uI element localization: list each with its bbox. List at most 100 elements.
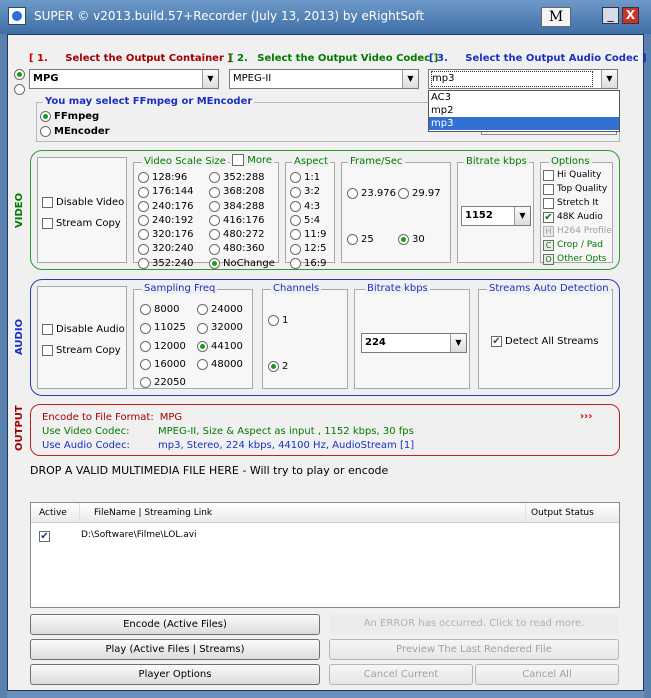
scale-radio[interactable]: 384:288 <box>209 200 275 214</box>
disable-audio-checkbox[interactable]: Disable Audio <box>42 324 125 336</box>
title-bar[interactable]: SUPER © v2013.build.57+Recorder (July 13… <box>0 0 651 34</box>
ffmpeg-radio[interactable]: FFmpeg <box>40 111 99 123</box>
mencoder-radio[interactable]: MEncoder <box>40 126 110 138</box>
hi-quality-checkbox[interactable]: Hi Quality <box>543 169 612 183</box>
disable-video-checkbox[interactable]: Disable Video <box>42 197 124 209</box>
options-list: Hi Quality Top Quality Stretch It ✔ 48K A… <box>543 169 612 267</box>
check-icon: ✔ <box>491 336 502 347</box>
scale-radio[interactable]: 176:144 <box>138 185 194 199</box>
aspect-radio[interactable]: 5:4 <box>290 214 326 228</box>
dropdown-item-ac3[interactable]: AC3 <box>429 91 619 104</box>
row-active-checkbox[interactable]: ✔ <box>39 529 50 545</box>
close-button[interactable]: X <box>622 7 639 24</box>
audio-codec-select[interactable]: mp3 ▼ <box>428 69 618 89</box>
scale-radio-nochange[interactable]: NoChange <box>209 257 275 271</box>
scale-radio[interactable]: 128:96 <box>138 171 194 185</box>
cancel-all-button[interactable]: Cancel All <box>475 664 619 685</box>
sampling-col-1: 8000 11025 12000 16000 22050 <box>140 301 186 392</box>
container-header: [ 1. Select the Output Container ] <box>29 53 232 64</box>
scale-radio[interactable]: 320:240 <box>138 242 194 256</box>
sampling-col-2: 24000 32000 44100 48000 <box>197 301 243 374</box>
fps-30-radio[interactable]: 30 <box>398 234 425 246</box>
channel-1-radio[interactable]: 1 <box>268 315 288 327</box>
column-filename[interactable]: FileName | Streaming Link <box>94 503 212 523</box>
sampling-radio[interactable]: 32000 <box>197 319 243 337</box>
play-button[interactable]: Play (Active Files | Streams) <box>30 639 320 660</box>
player-options-button[interactable]: Player Options <box>30 664 320 685</box>
sampling-radio[interactable]: 24000 <box>197 301 243 319</box>
dropdown-item-mp2[interactable]: mp2 <box>429 104 619 117</box>
column-active[interactable]: Active <box>39 503 67 523</box>
table-row[interactable]: ✔ D:\Software\Filme\LOL.avi <box>31 527 619 543</box>
other-opts-button[interactable]: O Other Opts <box>543 253 612 267</box>
dropdown-item-mp3[interactable]: mp3 <box>429 117 619 130</box>
preview-button[interactable]: Preview The Last Rendered File <box>329 639 619 660</box>
scale-radio[interactable]: 320:176 <box>138 228 194 242</box>
crop-pad-button[interactable]: C Crop / Pad <box>543 239 612 253</box>
sampling-radio[interactable]: 12000 <box>140 338 186 356</box>
sampling-radio[interactable]: 48000 <box>197 356 243 374</box>
aspect-radio[interactable]: 1:1 <box>290 171 326 185</box>
encode-button[interactable]: Encode (Active Files) <box>30 614 320 635</box>
aspect-radio[interactable]: 11:9 <box>290 228 326 242</box>
output-audio-line: Use Audio Codec: mp3, Stereo, 224 kbps, 4… <box>42 440 415 451</box>
48k-audio-checkbox[interactable]: ✔ 48K Audio <box>543 211 612 225</box>
top-quality-checkbox[interactable]: Top Quality <box>543 183 612 197</box>
scale-col-1: 128:96 176:144 240:176 240:192 320:176 3… <box>138 171 194 271</box>
fps-25-radio[interactable]: 25 <box>347 234 374 246</box>
scale-radio[interactable]: 240:192 <box>138 214 194 228</box>
chevron-down-icon: ▼ <box>601 70 617 88</box>
m-button[interactable]: M <box>541 7 571 27</box>
audio-bitrate-select[interactable]: 224 ▼ <box>361 333 467 353</box>
video-codec-select[interactable]: MPEG-II ▼ <box>229 69 419 89</box>
audio-codec-dropdown[interactable]: AC3 mp2 mp3 <box>428 90 620 132</box>
aspect-radio[interactable]: 3:2 <box>290 185 326 199</box>
output-more-button[interactable]: ››› <box>580 411 592 422</box>
video-stream-copy-checkbox[interactable]: Stream Copy <box>42 218 121 230</box>
scale-radio[interactable]: 480:360 <box>209 242 275 256</box>
fps-2997-radio[interactable]: 29.97 <box>398 188 441 200</box>
video-disable-group: Disable Video Stream Copy <box>37 157 127 263</box>
scale-radio[interactable]: 352:240 <box>138 257 194 271</box>
aspect-radio[interactable]: 12:5 <box>290 242 326 256</box>
aspect-group: Aspect 1:1 3:2 4:3 5:4 11:9 12:5 16:9 <box>285 156 335 269</box>
minimize-button[interactable]: _ <box>602 7 619 24</box>
scale-radio[interactable]: 416:176 <box>209 214 275 228</box>
aspect-radio[interactable]: 16:9 <box>290 257 326 271</box>
sampling-radio[interactable]: 11025 <box>140 319 186 337</box>
mode-radio-1[interactable] <box>14 67 25 80</box>
framerate-group: Frame/Sec 23.976 29.97 25 30 <box>341 156 451 263</box>
detect-all-streams-checkbox[interactable]: ✔ Detect All Streams <box>491 336 599 348</box>
h264-profile-button: H H264 Profile <box>543 225 612 239</box>
column-output-status[interactable]: Output Status <box>531 503 594 523</box>
container-select[interactable]: MPG ▼ <box>29 69 219 89</box>
fps-23976-radio[interactable]: 23.976 <box>347 188 396 200</box>
scale-radio[interactable]: 240:176 <box>138 200 194 214</box>
sampling-group: Sampling Freq 8000 11025 12000 16000 220… <box>133 283 253 392</box>
video-bitrate-select[interactable]: 1152 ▼ <box>461 206 531 226</box>
sampling-radio[interactable]: 16000 <box>140 356 186 374</box>
more-checkbox[interactable]: More <box>230 154 274 166</box>
scale-radio[interactable]: 480:272 <box>209 228 275 242</box>
sampling-radio[interactable]: 8000 <box>140 301 186 319</box>
audio-section-label: AUDIO <box>14 318 25 355</box>
scale-radio[interactable]: 352:288 <box>209 171 275 185</box>
sampling-radio-44100[interactable]: 44100 <box>197 338 243 356</box>
sampling-radio[interactable]: 22050 <box>140 374 186 392</box>
scale-radio[interactable]: 368:208 <box>209 185 275 199</box>
output-format-line: Encode to File Format: MPG <box>42 412 183 423</box>
streams-detection-group: Streams Auto Detection ✔ Detect All Strea… <box>478 283 613 389</box>
cancel-current-button[interactable]: Cancel Current <box>329 664 473 685</box>
aspect-radio[interactable]: 4:3 <box>290 200 326 214</box>
mode-radio-2[interactable] <box>14 82 25 95</box>
drop-hint: DROP A VALID MULTIMEDIA FILE HERE - Will… <box>30 464 389 477</box>
channel-2-radio[interactable]: 2 <box>268 361 288 373</box>
video-section-label: VIDEO <box>14 192 25 228</box>
file-list[interactable]: Active FileName | Streaming Link Output … <box>30 502 620 608</box>
stretch-it-checkbox[interactable]: Stretch It <box>543 197 612 211</box>
audio-disable-group: Disable Audio Stream Copy <box>37 286 127 389</box>
chevron-down-icon: ▼ <box>402 70 418 88</box>
audio-stream-copy-checkbox[interactable]: Stream Copy <box>42 345 121 357</box>
error-message-button[interactable]: An ERROR has occurred. Click to read mor… <box>329 614 619 635</box>
video-scale-group: Video Scale Size More 128:96 176:144 240… <box>133 154 279 269</box>
